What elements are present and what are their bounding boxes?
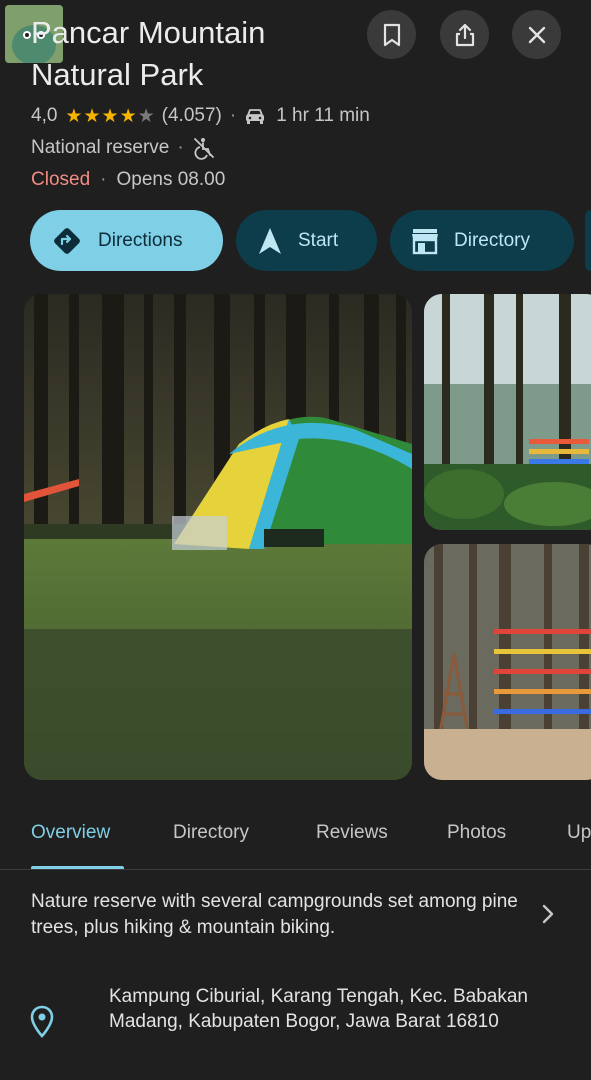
tab-overview[interactable]: Overview [31, 822, 110, 844]
directory-label: Directory [454, 229, 531, 251]
tab-reviews[interactable]: Reviews [316, 822, 388, 844]
action-buttons: Directions Start Directory [30, 210, 574, 271]
start-label: Start [298, 229, 339, 251]
photo-gallery[interactable] [0, 294, 591, 780]
location-pin-icon [30, 1005, 54, 1038]
drive-time: 1 hr 11 min [276, 105, 370, 126]
storefront-icon [412, 228, 438, 254]
not-wheelchair-accessible-icon [193, 138, 214, 160]
photo-forest-hammocks[interactable] [424, 294, 591, 530]
open-status: Closed [31, 169, 91, 190]
star-rating: ★ ★ ★ ★ ★ [65, 105, 155, 128]
main-photo-tent[interactable] [24, 294, 412, 780]
place-title: Pancar Mountain Natural Park [31, 15, 266, 92]
tab-directory[interactable]: Directory [173, 822, 249, 844]
address-row[interactable]: Kampung Ciburial, Karang Tengah, Kec. Ba… [0, 980, 591, 1070]
photo-gunung-pancar-sign[interactable] [424, 544, 591, 780]
rating-row[interactable]: 4,0 ★ ★ ★ ★ ★ (4.057) · 1 hr 11 min [31, 102, 370, 130]
start-button[interactable]: Start [236, 210, 377, 271]
rating-value: 4,0 [31, 105, 58, 126]
separator-dot: · [100, 169, 107, 190]
description-expand-button[interactable] [536, 900, 560, 933]
star-icon: ★ [65, 105, 84, 127]
close-icon [528, 26, 545, 43]
reviews-count: (4.057) [161, 105, 222, 126]
save-button[interactable] [367, 10, 416, 59]
separator-dot: · [229, 105, 237, 126]
share-button[interactable] [440, 10, 489, 59]
tab-bar: Overview Directory Reviews Photos Up [0, 800, 591, 870]
car-icon [246, 109, 265, 124]
star-icon: ★ [119, 105, 138, 127]
star-icon: ★ [83, 105, 102, 127]
tab-divider [0, 869, 591, 870]
opening-time: Opens 08.00 [116, 169, 226, 190]
close-button[interactable] [512, 10, 561, 59]
tab-photos[interactable]: Photos [447, 822, 506, 844]
separator-dot: · [177, 137, 184, 158]
tab-updates[interactable]: Up [567, 822, 591, 844]
hours-row[interactable]: Closed · Opens 08.00 [31, 166, 225, 194]
place-header: Pancar Mountain Natural Park [0, 0, 591, 95]
place-description[interactable]: Nature reserve with several campgrounds … [31, 889, 521, 941]
more-actions-pill[interactable] [585, 210, 591, 271]
directions-icon [54, 227, 80, 254]
address-text: Kampung Ciburial, Karang Tengah, Kec. Ba… [109, 986, 528, 1032]
share-icon [455, 23, 474, 46]
directory-button[interactable]: Directory [390, 210, 574, 271]
star-empty-icon: ★ [137, 105, 156, 127]
navigation-arrow-icon [259, 227, 281, 254]
bookmark-icon [383, 23, 400, 46]
directions-label: Directions [98, 229, 183, 251]
chevron-right-icon [542, 904, 554, 924]
category-row: National reserve · [31, 134, 216, 162]
directions-button[interactable]: Directions [30, 210, 223, 271]
place-type: National reserve [31, 137, 170, 158]
star-icon: ★ [101, 105, 120, 127]
